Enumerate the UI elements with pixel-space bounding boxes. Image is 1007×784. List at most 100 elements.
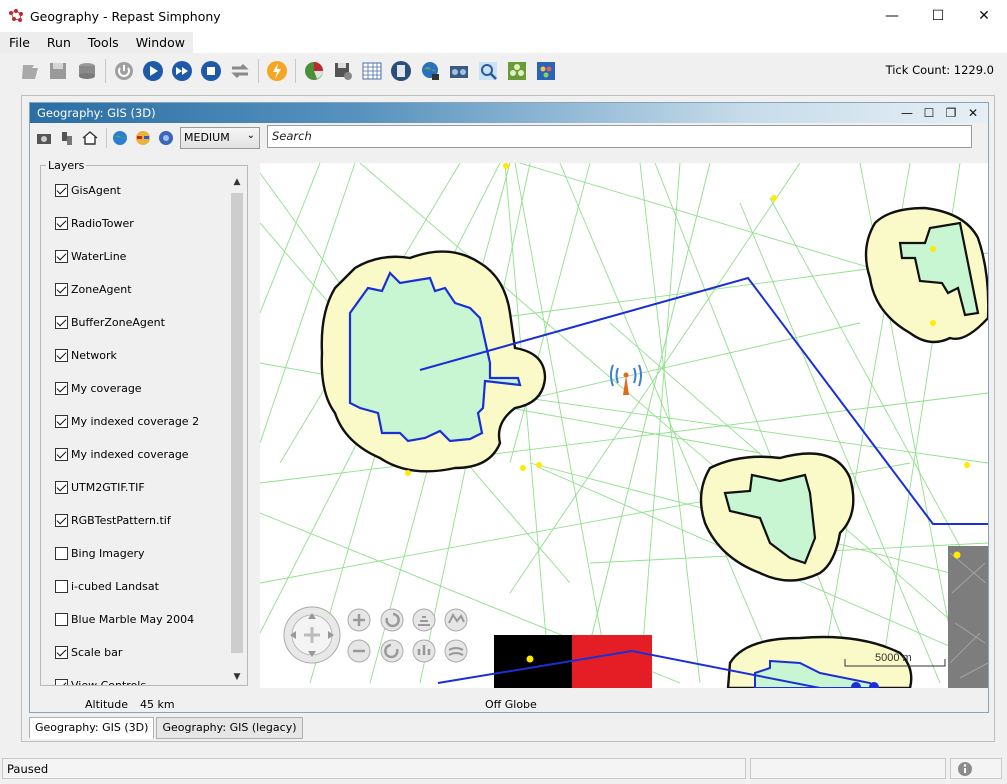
power-icon	[115, 61, 133, 80]
export-settings-button[interactable]	[330, 58, 356, 84]
layer-item[interactable]: Scale bar	[42, 636, 228, 669]
layer-checkbox[interactable]	[55, 316, 68, 329]
distributed-button[interactable]	[504, 58, 530, 84]
map-view[interactable]: 5000 m	[260, 163, 988, 688]
layer-label: RadioTower	[71, 217, 134, 230]
layers-scrollbar[interactable]: ▲ ▼	[228, 174, 246, 685]
spreadsheet-button[interactable]	[359, 58, 385, 84]
layer-checkbox[interactable]	[55, 283, 68, 296]
layer-checkbox[interactable]	[55, 184, 68, 197]
layer-label: Scale bar	[71, 646, 123, 659]
select-button[interactable]	[57, 128, 77, 148]
tab-gis-legacy[interactable]: Geography: GIS (legacy)	[156, 717, 303, 739]
layer-item[interactable]: My coverage	[42, 372, 228, 405]
menu-tools[interactable]: Tools	[78, 32, 127, 53]
globe-view-button[interactable]	[110, 128, 130, 148]
menu-file[interactable]: File	[0, 32, 38, 53]
tilt-up-icon[interactable]	[412, 608, 436, 632]
layer-checkbox[interactable]	[55, 646, 68, 659]
charts-button[interactable]	[301, 58, 327, 84]
layer-item[interactable]: GisAgent	[42, 174, 228, 207]
scroll-up-icon[interactable]: ▲	[228, 174, 246, 190]
zoom-out-icon[interactable]	[347, 639, 371, 663]
layer-checkbox[interactable]	[55, 514, 68, 527]
layer-checkbox[interactable]	[55, 217, 68, 230]
exaggerate-down-icon[interactable]	[444, 639, 468, 663]
step-button[interactable]	[169, 58, 195, 84]
layer-checkbox[interactable]	[55, 481, 68, 494]
glasses-button[interactable]	[133, 128, 153, 148]
disk-gear-icon	[335, 62, 352, 80]
globe-status: Off Globe	[485, 698, 537, 711]
menu-window[interactable]: Window	[126, 32, 193, 53]
zoom-button[interactable]	[475, 58, 501, 84]
scroll-down-icon[interactable]: ▼	[228, 669, 246, 685]
layer-checkbox[interactable]	[55, 679, 68, 685]
tilt-down-icon[interactable]	[412, 639, 436, 663]
table-icon	[362, 62, 382, 79]
layer-item[interactable]: i-cubed Landsat	[42, 570, 228, 603]
menu-run[interactable]: Run	[37, 32, 79, 53]
load-button[interactable]	[16, 58, 42, 84]
save-button[interactable]	[45, 58, 71, 84]
layer-item[interactable]: Blue Marble May 2004	[42, 603, 228, 636]
layer-checkbox[interactable]	[55, 250, 68, 263]
database-button[interactable]	[74, 58, 100, 84]
minimize-icon: —	[901, 106, 913, 120]
layer-item[interactable]: Bing Imagery	[42, 537, 228, 570]
layer-item[interactable]: RadioTower	[42, 207, 228, 240]
run-options-button[interactable]	[264, 58, 290, 84]
layer-item[interactable]: My indexed coverage	[42, 438, 228, 471]
magnifier-icon	[479, 61, 497, 80]
map-status-line: Altitude 45 km Off Globe	[30, 697, 988, 713]
layer-checkbox[interactable]	[55, 382, 68, 395]
frame-minimize-button[interactable]: —	[896, 104, 918, 122]
database-icon	[79, 62, 95, 79]
movie-button[interactable]	[446, 58, 472, 84]
layer-item[interactable]: My indexed coverage 2	[42, 405, 228, 438]
scroll-thumb[interactable]	[231, 193, 243, 653]
frame-maximize-button[interactable]: ❐	[940, 104, 962, 122]
layer-checkbox[interactable]	[55, 448, 68, 461]
layer-item[interactable]: RGBTestPattern.tif	[42, 504, 228, 537]
frame-restore-button[interactable]: ☐	[918, 104, 940, 122]
view-controls	[283, 606, 468, 664]
close-button[interactable]: ✕	[961, 0, 1007, 31]
reset-button[interactable]	[227, 58, 253, 84]
minimize-button[interactable]: —	[869, 0, 915, 31]
layer-checkbox[interactable]	[55, 547, 68, 560]
home-button[interactable]	[80, 128, 100, 148]
maximize-button[interactable]: ☐	[915, 0, 961, 31]
layer-checkbox[interactable]	[55, 580, 68, 593]
layer-item[interactable]: ZoneAgent	[42, 273, 228, 306]
tab-gis-3d[interactable]: Geography: GIS (3D)	[29, 717, 155, 739]
layer-label: My indexed coverage	[71, 448, 189, 461]
reset-icon	[231, 63, 249, 78]
layer-item[interactable]: Network	[42, 339, 228, 372]
earth-icon	[159, 131, 173, 145]
snapshot-button[interactable]	[34, 128, 54, 148]
layer-item[interactable]: View Controls	[42, 669, 228, 685]
info-icon[interactable]	[957, 761, 973, 777]
zoom-in-icon[interactable]	[347, 608, 371, 632]
rotate-right-icon[interactable]	[380, 639, 404, 663]
frame-close-button[interactable]: ✕	[962, 104, 984, 122]
layer-checkbox[interactable]	[55, 613, 68, 626]
layer-checkbox[interactable]	[55, 415, 68, 428]
start-run-button[interactable]	[140, 58, 166, 84]
stop-button[interactable]	[198, 58, 224, 84]
layer-item[interactable]: BufferZoneAgent	[42, 306, 228, 339]
initialize-button[interactable]	[111, 58, 137, 84]
layer-checkbox[interactable]	[55, 349, 68, 362]
layer-item[interactable]: UTM2GTIF.TIF	[42, 471, 228, 504]
layer-item[interactable]: WaterLine	[42, 240, 228, 273]
rotate-left-icon[interactable]	[380, 608, 404, 632]
batch-button[interactable]	[533, 58, 559, 84]
calculator-button[interactable]	[388, 58, 414, 84]
globe-icon	[422, 61, 439, 80]
flat-globe-button[interactable]	[156, 128, 176, 148]
detail-level-select[interactable]: MEDIUM ⌄	[180, 127, 260, 149]
search-input[interactable]: Search	[267, 125, 972, 148]
exaggerate-up-icon[interactable]	[444, 608, 468, 632]
gis-export-button[interactable]	[417, 58, 443, 84]
